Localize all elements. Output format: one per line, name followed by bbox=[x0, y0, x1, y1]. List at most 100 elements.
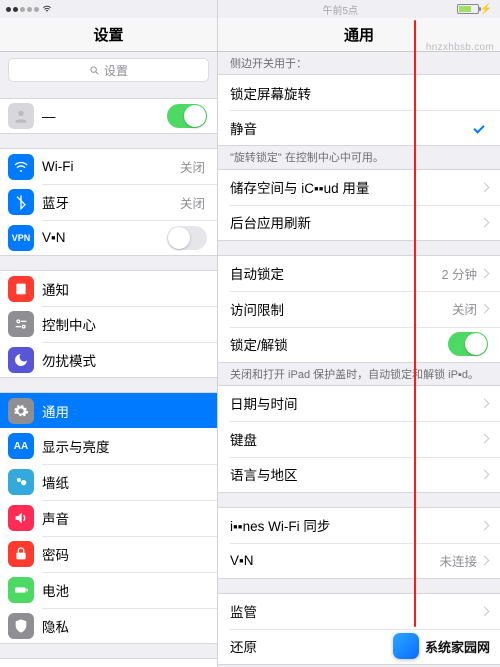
bluetooth-icon bbox=[8, 189, 34, 215]
detail-row-label: 后台应用刷新 bbox=[230, 212, 477, 232]
sidebar-item-label: 通知 bbox=[42, 279, 207, 299]
privacy-icon bbox=[8, 613, 34, 639]
sidebar-item-bt[interactable]: 蓝牙关闭 bbox=[0, 184, 217, 220]
sidebar-item-sound[interactable]: 声音 bbox=[0, 500, 217, 536]
sidebar-item-vpn[interactable]: VPN V▪N bbox=[0, 220, 217, 256]
detail-row-value: 关闭 bbox=[452, 299, 477, 318]
detail-row-vpn2[interactable]: V▪N未连接 bbox=[218, 543, 500, 579]
sidebar-item-general[interactable]: 通用 bbox=[0, 392, 217, 428]
wallpaper-icon bbox=[8, 469, 34, 495]
detail-row-label: 监管 bbox=[230, 601, 477, 621]
sidebar-item-privacy[interactable]: 隐私 bbox=[0, 608, 217, 644]
toggle-switch[interactable] bbox=[448, 332, 488, 356]
settings-app: 设置 设置 —Wi-Fi关闭蓝牙关闭VPNV▪N通知控制中心勿扰模式通用AA显示… bbox=[0, 0, 500, 667]
sidebar-item-label: 墙纸 bbox=[42, 472, 207, 492]
sidebar-item-dnd[interactable]: 勿扰模式 bbox=[0, 342, 217, 378]
sidebar-item-label: 声音 bbox=[42, 508, 207, 528]
detail-row-mute[interactable]: 静音 bbox=[218, 110, 500, 146]
detail-title: 通用 bbox=[218, 18, 500, 52]
sidebar-item-label: 隐私 bbox=[42, 616, 207, 636]
sidebar-item-label: Wi-Fi bbox=[42, 159, 180, 174]
detail-row-label: 日期与时间 bbox=[230, 393, 477, 413]
chevron-right-icon bbox=[480, 520, 490, 530]
chevron-right-icon bbox=[480, 268, 490, 278]
sidebar-item-wifi[interactable]: Wi-Fi关闭 bbox=[0, 148, 217, 184]
chevron-right-icon bbox=[480, 606, 490, 616]
chevron-right-icon bbox=[480, 434, 490, 444]
chevron-right-icon bbox=[480, 304, 490, 314]
charging-icon: ⚡ bbox=[480, 4, 492, 15]
search-input[interactable]: 设置 bbox=[8, 58, 209, 82]
detail-row-bg[interactable]: 后台应用刷新 bbox=[218, 205, 500, 241]
sidebar-list[interactable]: —Wi-Fi关闭蓝牙关闭VPNV▪N通知控制中心勿扰模式通用AA显示与亮度墙纸声… bbox=[0, 88, 217, 667]
sidebar-item-battery[interactable]: 电池 bbox=[0, 572, 217, 608]
vpn-icon: VPN bbox=[8, 225, 34, 251]
sidebar-item-label: V▪N bbox=[42, 230, 167, 245]
detail-row-label: V▪N bbox=[230, 553, 439, 568]
search-icon bbox=[89, 65, 100, 76]
sidebar-item-label: 控制中心 bbox=[42, 314, 207, 334]
chevron-right-icon bbox=[480, 555, 490, 565]
sidebar-item-value: 关闭 bbox=[180, 157, 205, 176]
detail-row-label: 自动锁定 bbox=[230, 263, 442, 283]
sidebar-item-notif[interactable]: 通知 bbox=[0, 270, 217, 306]
sidebar-item-icloud[interactable]: iC▪▪ud bbox=[0, 658, 217, 667]
cc-icon bbox=[8, 311, 34, 337]
sidebar-title: 设置 bbox=[0, 18, 217, 52]
sidebar: 设置 设置 —Wi-Fi关闭蓝牙关闭VPNV▪N通知控制中心勿扰模式通用AA显示… bbox=[0, 0, 218, 667]
sidebar-item-passcode[interactable]: 密码 bbox=[0, 536, 217, 572]
gear-icon bbox=[8, 398, 34, 424]
detail-row-storage[interactable]: 储存空间与 iC▪▪ud 用量 bbox=[218, 169, 500, 205]
detail-row-datetime[interactable]: 日期与时间 bbox=[218, 385, 500, 421]
detail-pane: 午前5点 ⚡ 通用 侧边开关用于：锁定屏幕旋转静音"旋转锁定" 在控制中心中可用… bbox=[218, 0, 500, 667]
avatar-icon bbox=[8, 103, 34, 129]
detail-row-reset[interactable]: 还原 bbox=[218, 629, 500, 665]
toggle-switch[interactable] bbox=[167, 104, 207, 128]
detail-row-label: 锁定屏幕旋转 bbox=[230, 83, 488, 103]
sidebar-item-label: 密码 bbox=[42, 544, 207, 564]
sidebar-item-label: 勿扰模式 bbox=[42, 350, 207, 370]
signal-icon bbox=[6, 4, 53, 14]
sidebar-item-account[interactable]: — bbox=[0, 98, 217, 134]
sound-icon bbox=[8, 505, 34, 531]
section-caption: 关闭和打开 iPad 保护盖时，自动锁定和解锁 iP▪d。 bbox=[218, 363, 500, 385]
status-bar-right: 午前5点 ⚡ bbox=[218, 0, 500, 18]
chevron-right-icon bbox=[480, 469, 490, 479]
sidebar-item-label: — bbox=[42, 109, 167, 124]
detail-list[interactable]: 侧边开关用于：锁定屏幕旋转静音"旋转锁定" 在控制中心中可用。储存空间与 iC▪… bbox=[218, 52, 500, 667]
display-icon: AA bbox=[8, 433, 34, 459]
detail-row-label: 语言与地区 bbox=[230, 464, 477, 484]
battery-icon bbox=[8, 577, 34, 603]
detail-row-label: 储存空间与 iC▪▪ud 用量 bbox=[230, 177, 477, 197]
detail-row-label: i▪▪nes Wi-Fi 同步 bbox=[230, 515, 477, 535]
detail-row-label: 键盘 bbox=[230, 429, 477, 449]
detail-row-coverlock[interactable]: 锁定/解锁 bbox=[218, 327, 500, 363]
detail-row-label: 访问限制 bbox=[230, 299, 452, 319]
detail-row-restrict[interactable]: 访问限制关闭 bbox=[218, 291, 500, 327]
detail-row-value: 未连接 bbox=[439, 551, 477, 570]
sidebar-item-label: 蓝牙 bbox=[42, 192, 180, 212]
detail-row-autolock[interactable]: 自动锁定2 分钟 bbox=[218, 255, 500, 291]
detail-row-lang[interactable]: 语言与地区 bbox=[218, 457, 500, 493]
check-icon bbox=[474, 123, 488, 133]
detail-row-itunes[interactable]: i▪▪nes Wi-Fi 同步 bbox=[218, 507, 500, 543]
sidebar-item-wall[interactable]: 墙纸 bbox=[0, 464, 217, 500]
detail-row-rotlock[interactable]: 锁定屏幕旋转 bbox=[218, 74, 500, 110]
wifi-icon bbox=[8, 154, 34, 180]
status-time: 午前5点 bbox=[322, 2, 358, 17]
chevron-right-icon bbox=[480, 182, 490, 192]
detail-row-label: 静音 bbox=[230, 118, 474, 138]
search-placeholder: 设置 bbox=[104, 62, 128, 79]
status-bar bbox=[0, 0, 217, 18]
sidebar-item-cc[interactable]: 控制中心 bbox=[0, 306, 217, 342]
detail-row-profiles[interactable]: 监管 bbox=[218, 593, 500, 629]
battery-icon bbox=[457, 4, 479, 14]
sidebar-item-display[interactable]: AA显示与亮度 bbox=[0, 428, 217, 464]
toggle-switch[interactable] bbox=[167, 226, 207, 250]
notif-icon bbox=[8, 276, 34, 302]
detail-row-keyboard[interactable]: 键盘 bbox=[218, 421, 500, 457]
section-caption: "旋转锁定" 在控制中心中可用。 bbox=[218, 146, 500, 168]
cloud-icon bbox=[8, 664, 34, 667]
annotation-red-line bbox=[414, 20, 416, 627]
search-wrap: 设置 bbox=[0, 52, 217, 88]
